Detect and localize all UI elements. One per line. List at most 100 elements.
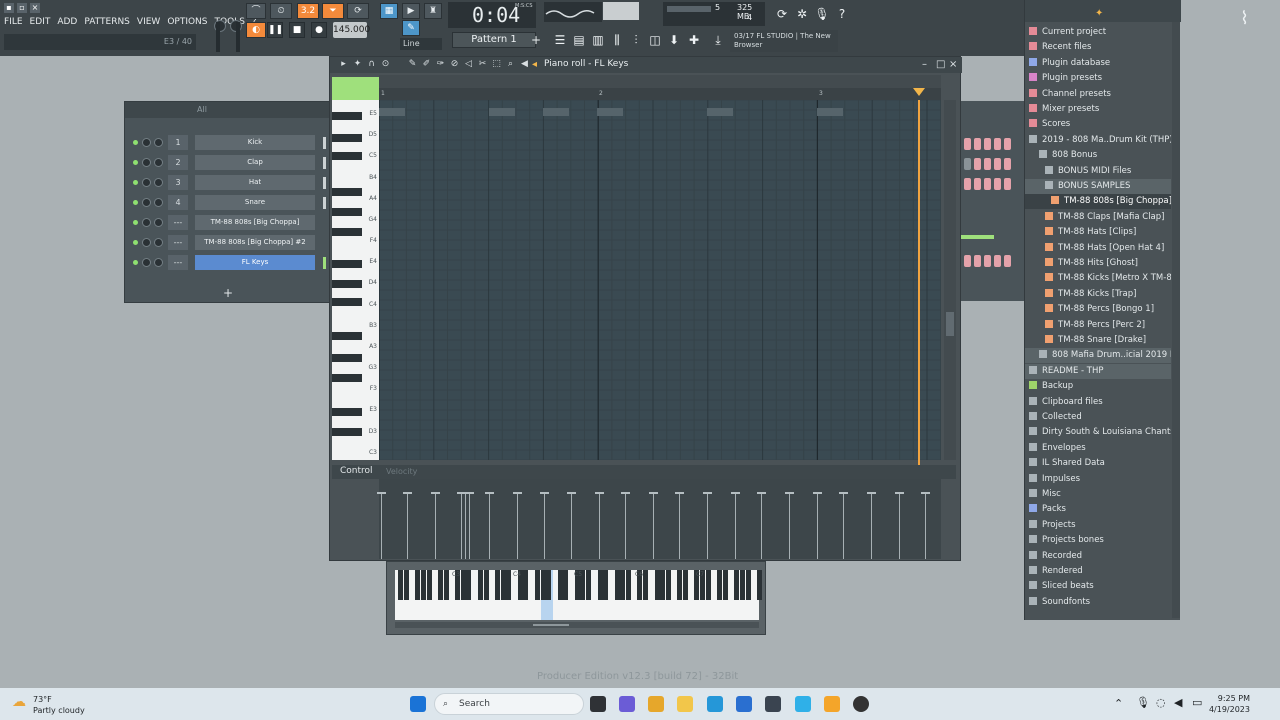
velocity-stem[interactable] (895, 492, 904, 559)
record-icon[interactable]: ⊙ (380, 59, 391, 70)
horizontal-scrollbar[interactable] (379, 75, 941, 88)
control-target[interactable]: Velocity (386, 467, 417, 476)
browser-item[interactable]: Channel presets (1025, 87, 1171, 102)
paint-icon[interactable]: ✑ (435, 59, 446, 70)
velocity-stem[interactable] (457, 492, 466, 559)
browser-item[interactable]: Sliced beats (1025, 579, 1171, 594)
minimize-icon[interactable]: – (922, 59, 927, 70)
browser-item[interactable]: Recent files (1025, 40, 1171, 55)
close-icon[interactable]: × (949, 59, 957, 70)
channel-row[interactable]: --- FL Keys (125, 254, 331, 272)
store-icon[interactable] (765, 696, 781, 712)
mixer-slot[interactable] (964, 158, 971, 170)
black-key[interactable] (332, 374, 362, 382)
browser-item[interactable]: Misc (1025, 487, 1171, 502)
preview-black-key[interactable] (500, 570, 506, 600)
channel-select-bar[interactable] (323, 157, 326, 169)
browser-item[interactable]: TM-88 Hits [Ghost] (1025, 256, 1171, 271)
mixer-slot[interactable] (964, 138, 971, 150)
wait-for-input-icon[interactable]: ⏷ (322, 3, 344, 19)
menu-edit[interactable]: EDIT (30, 17, 51, 27)
channel-name-button[interactable]: Kick (195, 135, 315, 150)
pat-song-toggle[interactable]: ◐ (246, 22, 266, 38)
snap-icon[interactable]: ⌒ (246, 3, 266, 19)
preview-black-key[interactable] (437, 570, 443, 600)
mixer-slot[interactable] (994, 138, 1001, 150)
menu-view[interactable]: VIEW (137, 17, 160, 27)
preview-black-key[interactable] (620, 570, 626, 600)
channel-row[interactable]: --- TM-88 808s [Big Choppa] (125, 214, 331, 232)
browser-scrollbar[interactable] (1172, 22, 1180, 618)
channel-pan-knob[interactable] (142, 198, 151, 207)
channel-pan-knob[interactable] (142, 238, 151, 247)
refresh-icon[interactable]: ⟳ (774, 6, 790, 22)
browser-item[interactable]: TM-88 Kicks [Metro X TM-88] (1025, 271, 1171, 286)
mixer-slot[interactable] (974, 138, 981, 150)
browser-item[interactable]: Packs (1025, 502, 1171, 517)
preview-keyboard[interactable]: C3 C4 C5 C6 C7 (395, 570, 763, 620)
volume-icon[interactable]: ◀ (1174, 696, 1182, 709)
black-key[interactable] (332, 332, 362, 340)
channel-pan-knob[interactable] (142, 218, 151, 227)
metronome-icon[interactable]: ⏲ (270, 3, 292, 19)
channel-filter[interactable]: All (125, 102, 329, 118)
velocity-stem[interactable] (621, 492, 630, 559)
browser-item[interactable]: Plugin database (1025, 56, 1171, 71)
playlist-icon[interactable]: ☰ (552, 32, 568, 48)
control-label[interactable]: Control (340, 466, 373, 476)
snap-select[interactable]: Line (400, 38, 442, 50)
mixer-slot[interactable] (994, 255, 1001, 267)
menu-patterns[interactable]: PATTERNS (84, 17, 130, 27)
channel-led[interactable] (133, 240, 138, 245)
black-key[interactable] (332, 298, 362, 306)
browser-item[interactable]: Dirty South & Louisiana Chants (1025, 425, 1171, 440)
browser-app-icon[interactable] (795, 696, 811, 712)
master-volume-slider[interactable] (216, 22, 220, 52)
preview-black-key[interactable] (722, 570, 728, 600)
channel-name-button[interactable]: TM-88 808s [Big Choppa] #2 (195, 235, 315, 250)
browser-item[interactable]: BONUS SAMPLES (1025, 179, 1171, 194)
browser-item[interactable]: TM-88 808s [Big Choppa] (1025, 194, 1171, 210)
browser-item[interactable]: TM-88 Hats [Open Hat 4] (1025, 241, 1171, 256)
preview-black-key[interactable] (654, 570, 660, 600)
zoom-icon[interactable]: ⌕ (505, 59, 516, 70)
windows-start-icon[interactable] (410, 696, 426, 712)
preview-black-key[interactable] (757, 570, 763, 600)
channel-volume-knob[interactable] (154, 138, 163, 147)
browser-item[interactable]: Impulses (1025, 472, 1171, 487)
preview-black-key[interactable] (643, 570, 649, 600)
play-button[interactable]: ❚❚ (267, 22, 283, 38)
system-clock[interactable]: 9:25 PM 4/19/2023 (1206, 693, 1250, 715)
channel-mixer-track[interactable]: 1 (168, 135, 188, 150)
preview-black-key[interactable] (557, 570, 563, 600)
preview-black-key[interactable] (665, 570, 671, 600)
channel-led[interactable] (133, 140, 138, 145)
step-edit-icon[interactable]: ▶ (402, 3, 420, 19)
black-key[interactable] (332, 188, 362, 196)
velocity-stem[interactable] (513, 492, 522, 559)
browser-item[interactable]: Soundfonts (1025, 595, 1171, 610)
velocity-stem[interactable] (813, 492, 822, 559)
browser-item[interactable]: TM-88 Kicks [Trap] (1025, 287, 1171, 302)
maximize-icon[interactable]: □ (936, 59, 945, 70)
preview-black-key[interactable] (717, 570, 723, 600)
velocity-stem[interactable] (540, 492, 549, 559)
preview-black-key[interactable] (546, 570, 552, 600)
channel-volume-knob[interactable] (154, 258, 163, 267)
note-grid[interactable] (379, 100, 941, 460)
audio-input-icon[interactable]: 🎙 (814, 6, 830, 22)
preview-black-key[interactable] (626, 570, 631, 600)
magnet-icon[interactable]: ∩ (366, 59, 377, 70)
velocity-stem[interactable] (757, 492, 766, 559)
browser-item[interactable]: Projects (1025, 518, 1171, 533)
preview-black-key[interactable] (677, 570, 683, 600)
browser-star-icon[interactable]: ✦ (1095, 8, 1103, 19)
speaker-icon[interactable]: ◀ (519, 59, 530, 70)
black-key[interactable] (332, 228, 362, 236)
chrome-icon[interactable] (648, 696, 664, 712)
preview-black-key[interactable] (740, 570, 745, 600)
mixer-slot[interactable] (984, 138, 991, 150)
tempo-display[interactable]: 145.000 (333, 22, 370, 38)
channel-mixer-track[interactable]: 3 (168, 175, 188, 190)
mixer-slot[interactable] (984, 158, 991, 170)
